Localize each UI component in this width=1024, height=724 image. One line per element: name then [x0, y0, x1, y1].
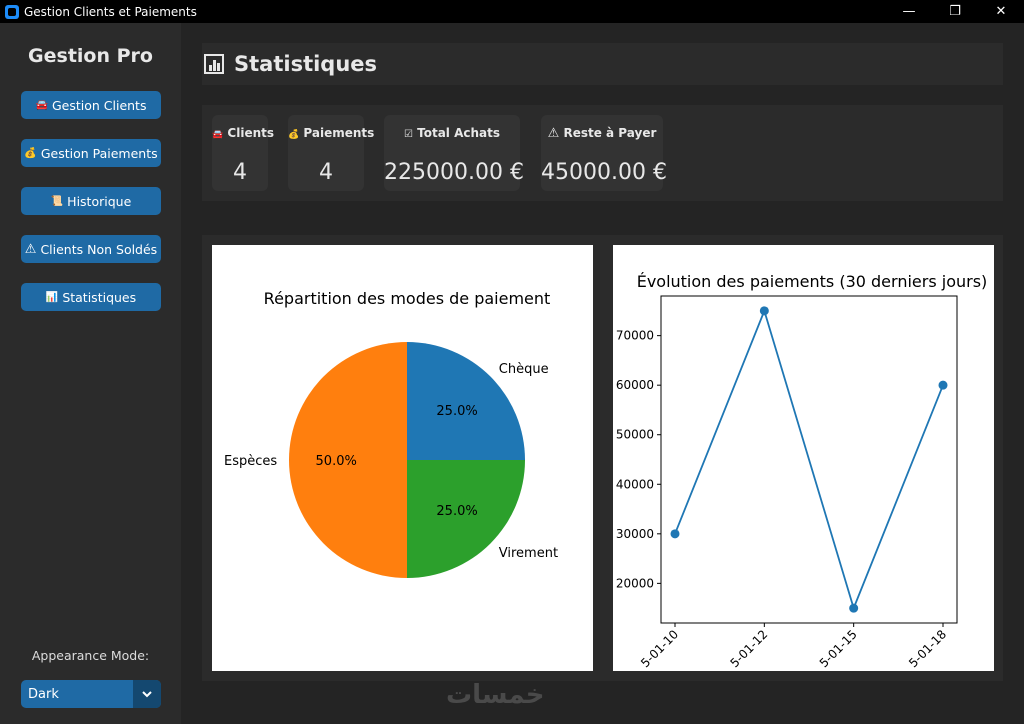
stat-card-clients: 🚘 Clients 4	[212, 115, 274, 191]
app-icon	[5, 4, 19, 19]
y-tick-label: 70000	[616, 329, 654, 343]
bar-chart-icon: 📊	[45, 291, 59, 303]
nav-label: Clients Non Soldés	[40, 241, 158, 257]
line-chart: Évolution des paiements (30 derniers jou…	[616, 272, 988, 670]
stat-card-total-achats: ☑ Total Achats 225000.00 €	[384, 115, 524, 191]
data-point	[759, 306, 769, 316]
line-chart-title: Évolution des paiements (30 derniers jou…	[637, 272, 988, 291]
x-tick-label: 5-01-15	[817, 627, 860, 670]
data-point	[849, 603, 859, 613]
pie-percent-label: 25.0%	[436, 504, 477, 519]
appearance-mode-label: Appearance Mode:	[31, 648, 150, 663]
stat-label: Clients	[227, 126, 274, 140]
charts-area: Répartition des modes de paiement 25.0% C…	[202, 235, 1003, 681]
pie-category-label: Chèque	[499, 362, 549, 377]
y-tick-label: 60000	[616, 378, 654, 392]
stat-card-paiements: 💰 Paiements 4	[288, 115, 374, 191]
scroll-icon: 📜	[50, 195, 64, 207]
car-icon: 🚘	[212, 130, 224, 140]
app-window: Gestion Clients et Paiements — ❐ ✕ Gesti…	[0, 0, 1024, 724]
bar-chart-icon	[204, 54, 224, 74]
stat-value: 4	[319, 160, 333, 185]
stat-value: 45000.00 €	[541, 160, 667, 185]
checkbox-icon: ☑	[403, 129, 413, 140]
page-title: Statistiques	[234, 52, 378, 76]
stat-label: Total Achats	[417, 126, 501, 140]
car-icon: 🚘	[35, 99, 48, 111]
data-point	[670, 529, 680, 539]
brand-title: Gestion Pro	[28, 45, 153, 67]
x-tick-label: 5-01-18	[906, 627, 949, 670]
watermark-logo: خمسات	[446, 680, 545, 710]
nav-clients-non-soldes-button[interactable]: ⚠ Clients Non Soldés	[21, 235, 161, 263]
pie-chart-panel: Répartition des modes de paiement 25.0% C…	[212, 245, 593, 671]
nav-gestion-paiements-button[interactable]: 💰 Gestion Paiements	[21, 139, 161, 167]
y-tick-label: 40000	[616, 477, 654, 491]
pie-percent-label: 25.0%	[436, 404, 477, 419]
stat-cards: 🚘 Clients 4 💰 Paiements 4 ☑ Total Achats…	[202, 105, 1003, 201]
maximize-button[interactable]: ❐	[932, 0, 978, 23]
minimize-button[interactable]: —	[886, 0, 932, 23]
pie-chart: Répartition des modes de paiement 25.0% C…	[224, 289, 558, 578]
money-bag-icon: 💰	[24, 147, 37, 159]
nav-gestion-clients-button[interactable]: 🚘 Gestion Clients	[21, 91, 161, 119]
appearance-mode-value: Dark	[28, 686, 59, 702]
x-tick-label: 5-01-12	[727, 627, 770, 670]
series-line	[674, 308, 944, 611]
warning-icon: ⚠	[547, 126, 560, 141]
stat-label: Reste à Payer	[563, 126, 657, 140]
title-bar: Gestion Clients et Paiements — ❐ ✕	[0, 0, 1024, 23]
pie-chart-title: Répartition des modes de paiement	[264, 289, 551, 308]
nav-statistiques-button[interactable]: 📊 Statistiques	[21, 283, 161, 311]
stat-value: 225000.00 €	[384, 160, 524, 185]
data-point	[938, 380, 948, 390]
stat-card-reste-a-payer: ⚠ Reste à Payer 45000.00 €	[541, 115, 667, 191]
x-tick-label: 5-01-10	[638, 627, 681, 670]
window-title: Gestion Clients et Paiements	[24, 4, 197, 19]
pie-category-label: Espèces	[224, 454, 277, 469]
pie-category-label: Virement	[499, 546, 558, 561]
chevron-down-icon[interactable]	[133, 680, 161, 708]
pie-slice-1	[407, 342, 525, 460]
nav-label: Statistiques	[62, 289, 137, 305]
money-bag-icon: 💰	[288, 130, 300, 140]
nav-historique-button[interactable]: 📜 Historique	[21, 187, 161, 215]
pie-percent-label: 50.0%	[316, 454, 357, 469]
close-button[interactable]: ✕	[978, 0, 1024, 23]
stat-label: Paiements	[303, 126, 375, 140]
y-tick-label: 50000	[616, 428, 654, 442]
warning-icon: ⚠	[24, 241, 37, 257]
y-tick-label: 30000	[616, 527, 654, 541]
stat-value: 4	[233, 160, 247, 185]
nav-label: Gestion Clients	[51, 97, 147, 113]
y-tick-label: 20000	[616, 576, 654, 590]
line-chart-panel: Évolution des paiements (30 derniers jou…	[613, 245, 994, 671]
window-controls: — ❐ ✕	[886, 0, 1024, 23]
sidebar: Gestion Pro 🚘 Gestion Clients 💰 Gestion …	[0, 23, 181, 724]
main-content: Statistiques 🚘 Clients 4 💰 Paiements 4 ☑…	[181, 23, 1024, 724]
nav-label: Gestion Paiements	[40, 145, 158, 161]
page-header: Statistiques	[202, 43, 1003, 85]
nav-label: Historique	[67, 193, 132, 209]
appearance-mode-select[interactable]: Dark	[21, 680, 161, 708]
